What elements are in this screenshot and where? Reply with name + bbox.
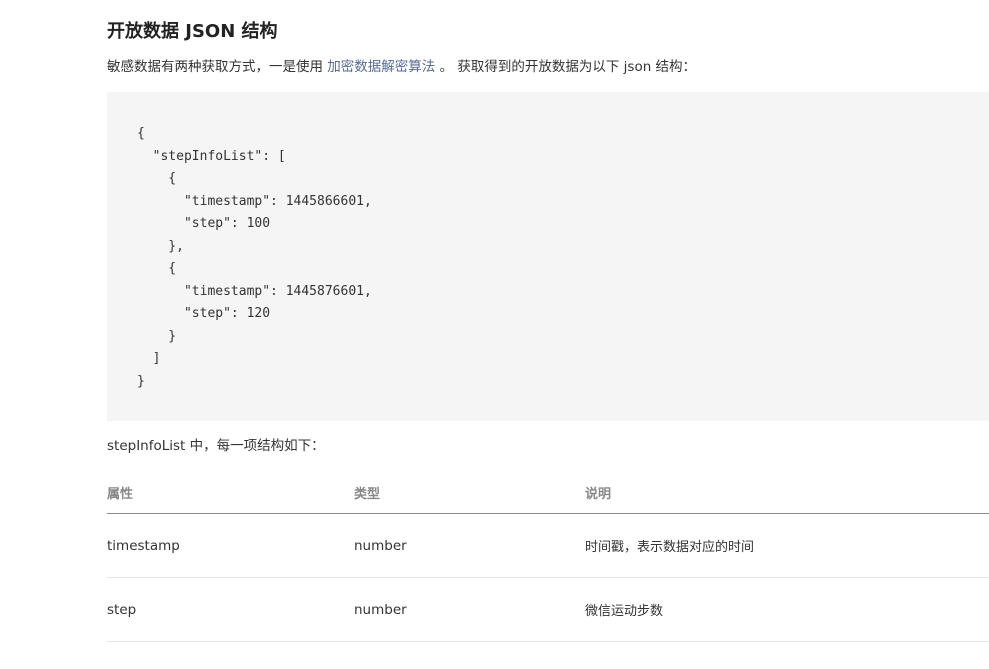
header-attribute: 属性 — [107, 471, 354, 514]
decrypt-algorithm-link[interactable]: 加密数据解密算法 — [327, 59, 435, 75]
cell-description: 微信运动步数 — [585, 577, 989, 642]
json-code-block: { "stepInfoList": [ { "timestamp": 14458… — [107, 92, 989, 421]
intro-paragraph: 敏感数据有两种获取方式，一是使用 加密数据解密算法 。 获取得到的开放数据为以下… — [107, 56, 696, 78]
cell-type: number — [354, 577, 585, 642]
table-header-row: 属性 类型 说明 — [107, 471, 989, 514]
cell-attribute: timestamp — [107, 513, 354, 578]
header-description: 说明 — [585, 471, 989, 514]
cell-type: number — [354, 513, 585, 578]
cell-description: 时间戳，表示数据对应的时间 — [585, 513, 989, 578]
table-row: timestamp number 时间戳，表示数据对应的时间 — [107, 513, 989, 578]
header-type: 类型 — [354, 471, 585, 514]
page-title: 开放数据 JSON 结构 — [107, 21, 278, 42]
intro-text-before: 敏感数据有两种获取方式，一是使用 — [107, 59, 328, 75]
attribute-table: 属性 类型 说明 timestamp number 时间戳，表示数据对应的时间 … — [107, 471, 989, 642]
table-row: step number 微信运动步数 — [107, 577, 989, 642]
cell-attribute: step — [107, 577, 354, 642]
table-intro: stepInfoList 中，每一项结构如下： — [107, 438, 325, 454]
intro-text-after: 。 获取得到的开放数据为以下 json 结构： — [435, 59, 697, 75]
